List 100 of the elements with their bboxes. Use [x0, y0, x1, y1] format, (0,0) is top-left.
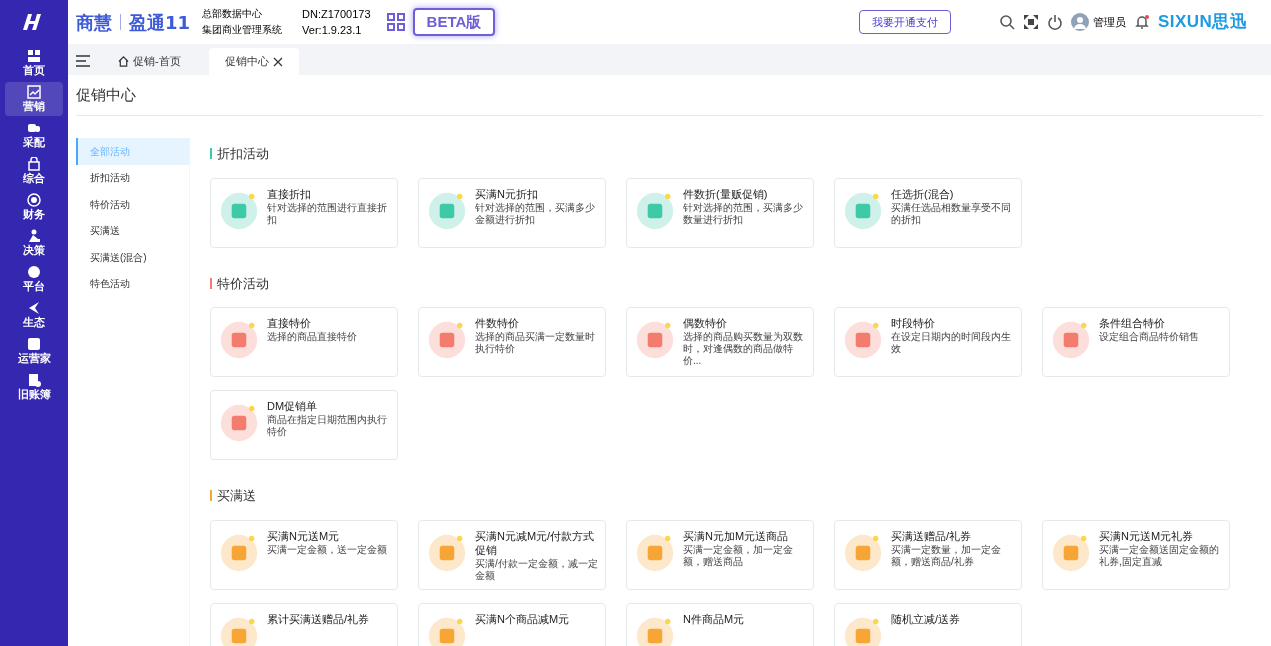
promotion-icon [427, 615, 467, 646]
card-title: 件数折(量贩促销) [683, 186, 769, 201]
promotion-card[interactable]: 随机立减/送券 [834, 602, 1022, 646]
promotion-card[interactable]: 买满N元折扣 针对选择的范围，买满多少金额进行折扣 [418, 177, 606, 248]
device-number: DN:Z1700173 [302, 7, 371, 22]
page-tab[interactable]: 促销-首页 [102, 48, 197, 75]
card-description: 选择的商品买满一定数量时执行特价 [475, 331, 596, 355]
promotion-icon [843, 615, 883, 646]
company-logo: SIXUN思迅 [1158, 11, 1247, 34]
nav-item[interactable]: 财务 [5, 190, 63, 224]
promotion-card[interactable]: 买满N元减M元/付款方式促销 买满/付款一定金额，减一定金额 [418, 519, 606, 590]
card-title: 时段特价 [891, 316, 936, 330]
promotion-card[interactable]: 买满N个商品减M元 [418, 602, 606, 646]
category-item[interactable]: 买满送 [76, 217, 189, 244]
nav-item[interactable]: 采配 [5, 118, 63, 152]
card-title: 买满N元加M元送商品 [683, 528, 790, 543]
nav-icon [27, 49, 41, 63]
promotion-card[interactable]: 时段特价 在设定日期内的时间段内生效 [834, 307, 1022, 377]
promotion-icon [635, 615, 675, 646]
promotion-card[interactable]: DM促销单 商品在指定日期范围内执行特价 [210, 390, 398, 460]
card-description: 买满一定金额，加一定金额，赠送商品 [683, 543, 794, 568]
nav-item[interactable]: 旧账簿 [5, 370, 63, 404]
product-name: 盈通11 [129, 10, 191, 35]
card-description: 买满一定金额送固定金额的礼券,固定直减 [1099, 543, 1220, 568]
card-title: 条件组合特价 [1099, 316, 1166, 330]
promotion-icon [427, 190, 467, 231]
promotion-icon [635, 320, 675, 360]
beta-badge: BETA版 [412, 7, 496, 37]
promotion-card[interactable]: 买满N元送M元 买满一定金额，送一定金额 [210, 519, 398, 590]
enable-payment-button[interactable]: 我要开通支付 [859, 10, 952, 34]
nav-item[interactable]: 运营家 [5, 334, 63, 368]
nav-item[interactable]: 决策 [5, 226, 63, 260]
card-title: N件商品M元 [683, 611, 746, 626]
card-title: 买满送赠品/礼券 [891, 528, 973, 543]
system-label: 集团商业管理系统 [202, 23, 283, 37]
nav-icon [27, 337, 41, 351]
card-description: 针对选择的范围，买满多少金额进行折扣 [475, 201, 596, 226]
nav-item[interactable]: 营销 [5, 82, 63, 116]
page-title: 促销中心 [76, 86, 136, 103]
nav-item[interactable]: 平台 [5, 262, 63, 296]
version-label: Ver:1.9.23.1 [302, 23, 363, 38]
nav-item[interactable]: 首页 [5, 46, 63, 80]
card-description: 买满一定数量，加一定金额，赠送商品/礼券 [891, 543, 1002, 568]
nav-icon [27, 121, 41, 135]
card-description: 选择的商品直接特价 [267, 331, 358, 343]
category-item[interactable]: 折扣活动 [76, 164, 189, 191]
avatar-icon[interactable] [1071, 13, 1090, 31]
system-label: 总部数据中心 [202, 7, 264, 21]
section-title: 折扣活动 [217, 145, 269, 163]
card-title: 买满N元折扣 [475, 186, 539, 201]
brand-name: 商慧 [76, 10, 112, 35]
category-item[interactable]: 买满送(混合) [76, 244, 189, 271]
promotion-card[interactable]: N件商品M元 [626, 602, 814, 646]
promotion-card[interactable]: 买满N元加M元送商品 买满一定金额，加一定金额，赠送商品 [626, 519, 814, 590]
promotion-card[interactable]: 偶数特价 选择的商品购买数量为双数时，对逢偶数的商品做特价... [626, 307, 814, 377]
card-description: 买满任选品相数量享受不同的折扣 [891, 201, 1012, 226]
card-title: 件数特价 [475, 316, 520, 330]
promotion-card[interactable]: 买满送赠品/礼券 买满一定数量，加一定金额，赠送商品/礼券 [834, 519, 1022, 590]
home-icon [118, 56, 129, 67]
nav-icon [27, 265, 41, 279]
card-description: 买满一定金额，送一定金额 [267, 543, 388, 556]
user-name[interactable]: 管理员 [1093, 13, 1127, 31]
promotion-icon [219, 190, 259, 231]
close-icon[interactable] [272, 56, 283, 67]
search-icon[interactable] [999, 14, 1016, 30]
nav-item[interactable]: 综合 [5, 154, 63, 188]
power-icon[interactable] [1047, 14, 1064, 30]
nav-icon [27, 229, 41, 243]
promotion-icon [427, 532, 467, 573]
card-title: DM促销单 [267, 399, 319, 413]
qr-grid-icon[interactable] [386, 13, 405, 31]
category-item[interactable]: 特色活动 [76, 270, 189, 297]
category-item[interactable]: 特价活动 [76, 191, 189, 218]
promotion-card[interactable]: 条件组合特价 设定组合商品特价销售 [1042, 307, 1230, 377]
bell-icon[interactable] [1134, 14, 1151, 30]
page-tab[interactable]: 促销中心 [208, 48, 299, 75]
promotion-card[interactable]: 任选折(混合) 买满任选品相数量享受不同的折扣 [834, 177, 1022, 248]
promotion-card[interactable]: 直接折扣 针对选择的范围进行直接折扣 [210, 177, 398, 248]
section-title: 买满送 [217, 487, 256, 505]
nav-item[interactable]: 生态 [5, 298, 63, 332]
menu-icon[interactable] [76, 55, 90, 67]
card-description: 选择的商品购买数量为双数时，对逢偶数的商品做特价... [683, 331, 804, 367]
promotion-card[interactable]: 件数折(量贩促销) 针对选择的范围，买满多少数量进行折扣 [626, 177, 814, 248]
card-title: 随机立减/送券 [891, 611, 962, 626]
promotion-card[interactable]: 件数特价 选择的商品买满一定数量时执行特价 [418, 307, 606, 377]
promotion-card[interactable]: 直接特价 选择的商品直接特价 [210, 307, 398, 377]
card-description: 商品在指定日期范围内执行特价 [267, 414, 388, 438]
card-title: 买满N个商品减M元 [475, 611, 571, 626]
promotion-icon [635, 532, 675, 573]
nav-icon [27, 373, 41, 387]
card-title: 偶数特价 [683, 316, 728, 330]
fullscreen-icon[interactable] [1023, 14, 1040, 30]
promotion-icon [843, 190, 883, 231]
card-title: 买满N元减M元/付款方式促销 [475, 528, 596, 557]
promotion-icon [843, 320, 883, 360]
promotion-icon [219, 320, 259, 360]
promotion-card[interactable]: 买满N元送M元礼券 买满一定金额送固定金额的礼券,固定直减 [1042, 519, 1230, 590]
promotion-card[interactable]: 累计买满送赠品/礼券 [210, 602, 398, 646]
section-title: 特价活动 [217, 274, 269, 293]
nav-icon [27, 157, 41, 171]
